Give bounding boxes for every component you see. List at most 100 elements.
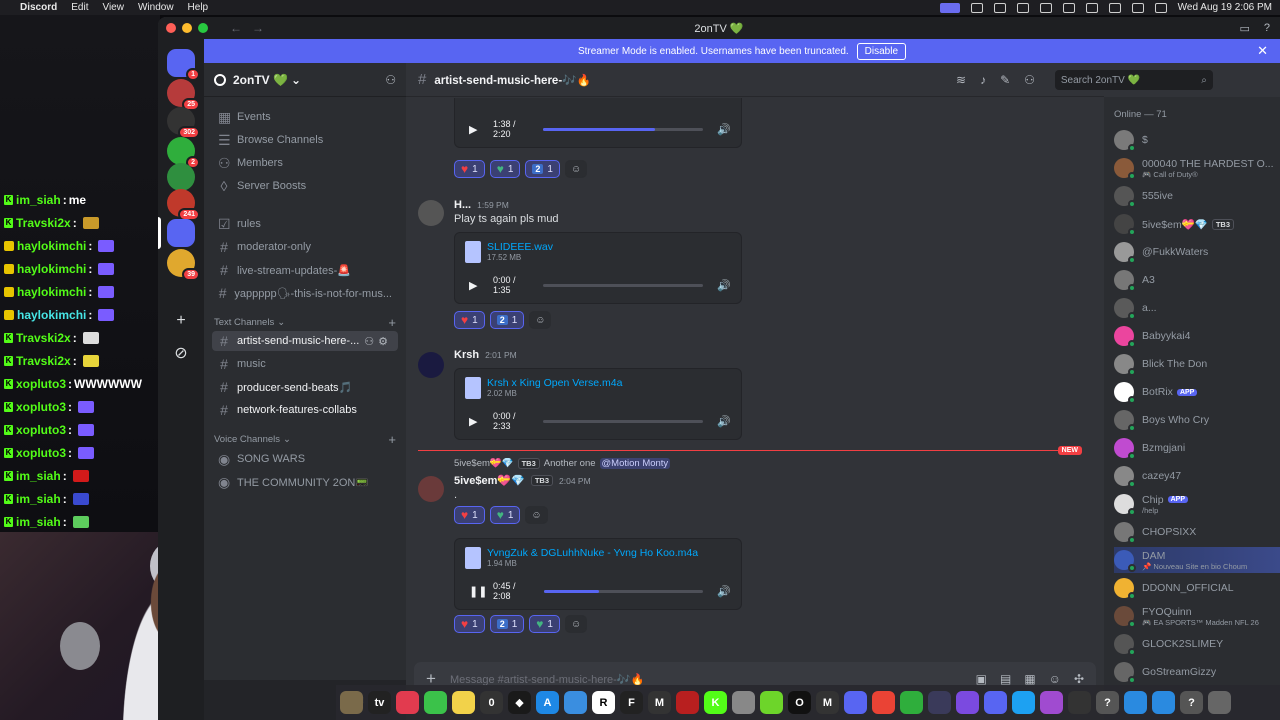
audio-progress[interactable] — [543, 589, 704, 593]
screen-record-icon[interactable] — [939, 2, 960, 13]
member-item[interactable]: a... — [1114, 295, 1280, 321]
inbox-icon[interactable]: ▭ — [1239, 22, 1249, 35]
member-item[interactable]: FYOQuinn 🎮 EA SPORTS™ Madden NFL 26 — [1114, 603, 1280, 629]
member-list-icon[interactable]: ⚇ — [1024, 73, 1035, 87]
close-icon[interactable]: ✕ — [1257, 43, 1268, 59]
pin-icon[interactable]: ✎ — [1000, 73, 1010, 87]
add-reaction-icon[interactable]: ☺ — [525, 506, 548, 524]
reaction-button[interactable]: ♥ 1 — [454, 311, 485, 329]
play-icon[interactable]: ▶ — [469, 279, 483, 292]
wifi-icon[interactable] — [1108, 2, 1121, 13]
author-name[interactable]: H... — [454, 199, 471, 211]
menubar-clock[interactable]: Wed Aug 19 2:06 PM — [1178, 2, 1272, 13]
play-icon[interactable] — [1085, 2, 1098, 13]
dock-app-icon[interactable] — [1040, 691, 1063, 714]
dock-app-icon[interactable]: K — [704, 691, 727, 714]
reaction-button[interactable]: ♥ 1 — [489, 160, 521, 178]
threads-icon[interactable]: ≋ — [956, 73, 966, 87]
sidebar-item-members[interactable]: ⚇ Members — [212, 153, 398, 173]
invite-icon[interactable]: ⚇ — [385, 73, 396, 87]
dock-app-icon[interactable] — [1152, 691, 1175, 714]
add-reaction-icon[interactable]: ☺ — [564, 160, 588, 178]
reply-preview[interactable]: 5ive$em💝💎 TB3 Another one @Motion Monty — [454, 458, 671, 469]
channel-rules[interactable]: ☑ rules — [212, 214, 398, 234]
dock-app-icon[interactable]: tv — [368, 691, 391, 714]
member-item[interactable]: A3 — [1114, 267, 1280, 293]
volume-icon[interactable]: 🔊 — [717, 585, 731, 598]
mention[interactable]: @Motion Monty — [599, 458, 671, 469]
dock-app-icon[interactable]: F — [620, 691, 643, 714]
reaction-button[interactable]: 21 — [489, 615, 525, 633]
add-reaction-icon[interactable]: ☺ — [564, 615, 588, 633]
dock-app-icon[interactable]: O — [788, 691, 811, 714]
channel-music[interactable]: # music — [212, 354, 398, 374]
channel-settings-icon[interactable]: ⚇⚙ — [364, 335, 392, 348]
audio-progress[interactable] — [543, 419, 704, 423]
dock-app-icon[interactable]: M — [648, 691, 671, 714]
emoji-icon[interactable]: ☺ — [1049, 672, 1061, 686]
member-item[interactable]: $ — [1114, 127, 1280, 153]
server-icon[interactable] — [167, 163, 195, 191]
menu-app-name[interactable]: Discord — [20, 2, 57, 13]
dock-app-icon[interactable] — [452, 691, 475, 714]
reaction-button[interactable]: 21 — [489, 311, 525, 329]
category-voice-channels[interactable]: Voice Channels ⌄ + — [214, 432, 396, 447]
dock-app-icon[interactable]: ? — [1180, 691, 1203, 714]
avatar[interactable] — [418, 352, 444, 378]
dock-app-icon[interactable] — [1012, 691, 1035, 714]
pause-icon[interactable]: ❚❚ — [469, 585, 487, 598]
server-icon[interactable] — [167, 219, 195, 247]
channel-network-features-collabs[interactable]: # network-features-collabs — [212, 400, 398, 420]
add-channel-icon[interactable]: + — [388, 315, 396, 330]
audio-progress[interactable] — [543, 283, 704, 287]
display-icon[interactable] — [1039, 2, 1052, 13]
moon-icon[interactable] — [1016, 2, 1029, 13]
dock-app-icon[interactable] — [900, 691, 923, 714]
dock-app-icon[interactable] — [340, 691, 363, 714]
member-item[interactable]: @FukkWaters — [1114, 239, 1280, 265]
dock-app-icon[interactable] — [424, 691, 447, 714]
gif-icon[interactable]: ▤ — [1000, 672, 1011, 686]
menu-edit[interactable]: Edit — [71, 2, 88, 13]
add-server-icon[interactable]: + — [167, 307, 195, 335]
dock-app-icon[interactable]: M — [816, 691, 839, 714]
server-icon[interactable]: 25 — [167, 79, 200, 111]
member-item[interactable]: Babyykai4 — [1114, 323, 1280, 349]
dock-app-icon[interactable] — [956, 691, 979, 714]
menu-help[interactable]: Help — [188, 2, 209, 13]
file-name[interactable]: Krsh x King Open Verse.m4a — [487, 377, 622, 389]
discord-home-icon[interactable]: 1 — [167, 49, 200, 81]
dock-app-icon[interactable] — [872, 691, 895, 714]
reaction-button[interactable]: ♥ 1 — [529, 615, 560, 633]
add-reaction-icon[interactable]: ☺ — [529, 311, 552, 329]
disable-streamer-button[interactable]: Disable — [856, 42, 907, 60]
reaction-button[interactable]: 21 — [525, 160, 560, 178]
audio-progress[interactable] — [543, 127, 704, 131]
dock-app-icon[interactable]: ? — [1096, 691, 1119, 714]
member-item[interactable]: GLOCK2SLIMEY — [1114, 631, 1280, 657]
member-item[interactable]: 000040 THE HARDEST O... 🎮 Call of Duty® — [1114, 155, 1280, 181]
avatar[interactable] — [418, 200, 444, 226]
member-item[interactable]: CHOPSIXX — [1114, 519, 1280, 545]
add-channel-icon[interactable]: + — [388, 432, 396, 447]
dock-app-icon[interactable] — [1068, 691, 1091, 714]
reaction-button[interactable]: ♥ 1 — [489, 506, 521, 524]
member-item[interactable]: 555ive — [1114, 183, 1280, 209]
server-header[interactable]: 2onTV 💚 ⌄ ⚇ — [204, 63, 406, 97]
dock-app-icon[interactable] — [760, 691, 783, 714]
channel-yappppp[interactable]: # yappppp🗣-this-is-not-for-mus... — [212, 283, 398, 303]
status-icon[interactable] — [993, 2, 1006, 13]
explore-icon[interactable]: ⊘ — [167, 339, 195, 367]
member-item[interactable]: Boys Who Cry — [1114, 407, 1280, 433]
apps-icon[interactable]: ✣ — [1074, 672, 1084, 686]
server-icon[interactable]: 39 — [167, 249, 200, 281]
channel-producer-send-beats[interactable]: # producer-send-beats🎵 — [212, 377, 398, 397]
dock-app-icon[interactable]: R — [592, 691, 615, 714]
status-icon[interactable] — [970, 2, 983, 13]
channel-moderator-only[interactable]: # moderator-only — [212, 237, 398, 257]
bell-icon[interactable]: ♪ — [980, 73, 986, 87]
help-icon[interactable]: ? — [1264, 22, 1270, 35]
member-item[interactable]: 5ive$em💝💎 TB3 — [1114, 211, 1280, 237]
voice-channel-song-wars[interactable]: ◉ SONG WARS — [212, 449, 398, 469]
dock-app-icon[interactable] — [984, 691, 1007, 714]
